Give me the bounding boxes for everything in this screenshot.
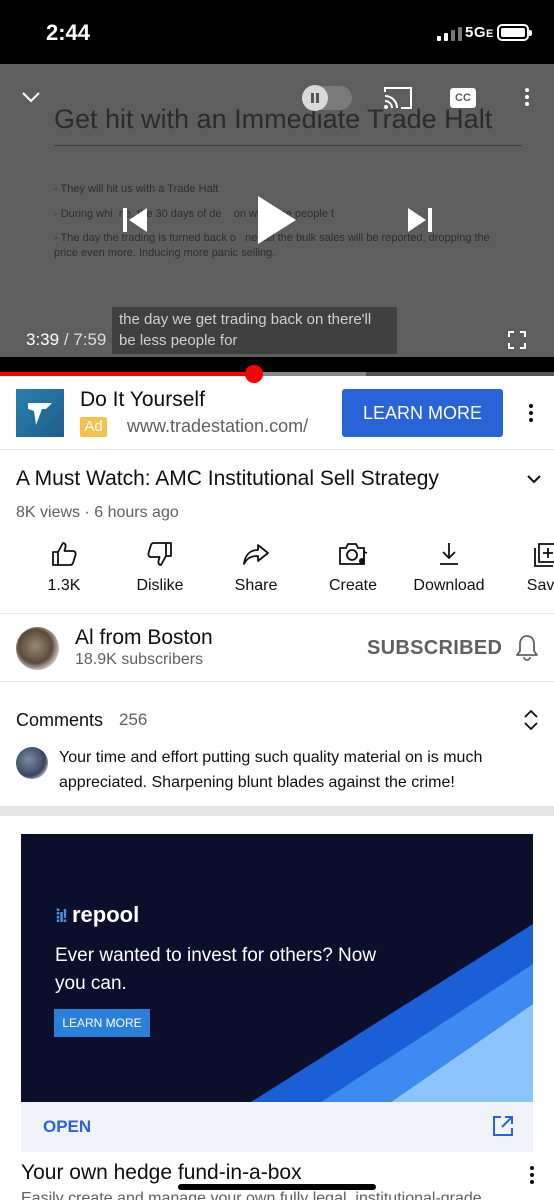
thumb-up-icon bbox=[52, 542, 77, 566]
previous-icon[interactable] bbox=[120, 205, 150, 235]
section-divider bbox=[0, 806, 554, 816]
fullscreen-icon[interactable] bbox=[508, 331, 526, 349]
comments-header: Comments bbox=[16, 710, 104, 730]
ad-more-icon[interactable] bbox=[522, 402, 540, 424]
like-count: 1.3K bbox=[47, 577, 81, 594]
dislike-button[interactable]: Dislike bbox=[112, 538, 208, 595]
channel-name[interactable]: Al from Boston bbox=[75, 626, 213, 650]
learn-more-button[interactable]: LEARN MORE bbox=[342, 389, 503, 437]
video-meta: 8K views · 6 hours ago bbox=[16, 504, 179, 521]
slide-divider bbox=[54, 145, 522, 146]
subscribed-button[interactable]: SUBSCRIBED bbox=[367, 637, 502, 660]
video-player[interactable]: Get hit with an Immediate Trade Halt - T… bbox=[0, 64, 554, 357]
thumb-down-icon bbox=[147, 542, 172, 566]
display-ad-more-icon[interactable] bbox=[526, 1164, 538, 1186]
save-button[interactable]: Save bbox=[497, 538, 554, 595]
ad-badge: Ad bbox=[80, 417, 107, 437]
ad-brand: ⁞ı! repool bbox=[55, 902, 139, 928]
subscriber-count: 18.9K subscribers bbox=[75, 651, 204, 668]
promoted-ad-row[interactable]: Do It Yourself Ad www.tradestation.com/ … bbox=[0, 376, 554, 450]
action-bar: 1.3K Dislike Share Create Download Save bbox=[0, 538, 554, 614]
create-button[interactable]: Create bbox=[305, 538, 401, 595]
open-button[interactable]: OPEN bbox=[43, 1117, 91, 1137]
download-button[interactable]: Download bbox=[401, 538, 497, 595]
ad-open-bar[interactable]: OPEN bbox=[21, 1102, 533, 1152]
create-icon bbox=[339, 543, 368, 565]
slide-title: Get hit with an Immediate Trade Halt bbox=[54, 104, 493, 134]
current-time: 3:39 bbox=[26, 330, 60, 349]
share-button[interactable]: Share bbox=[208, 538, 304, 595]
notification-bell-icon[interactable] bbox=[514, 633, 540, 661]
like-button[interactable]: 1.3K bbox=[16, 538, 112, 595]
top-comment-text: Your time and effort putting such qualit… bbox=[59, 749, 483, 791]
commenter-avatar bbox=[16, 747, 48, 779]
duration: 7:59 bbox=[73, 330, 107, 349]
ad-title: Do It Yourself bbox=[80, 388, 205, 411]
display-ad-title[interactable]: Your own hedge fund-in-a-box bbox=[21, 1161, 302, 1185]
save-label: Save bbox=[526, 577, 554, 594]
signal-icon bbox=[437, 25, 462, 41]
next-icon[interactable] bbox=[405, 205, 435, 235]
more-options-icon[interactable] bbox=[517, 86, 537, 108]
ad-learn-more-button[interactable]: LEARN MORE bbox=[54, 1009, 150, 1037]
captions-button[interactable]: CC bbox=[450, 88, 476, 108]
display-ad-banner[interactable]: ⁞ı! repool Ever wanted to invest for othe… bbox=[21, 834, 533, 1102]
channel-row[interactable]: Al from Boston 18.9K subscribers SUBSCRI… bbox=[0, 614, 554, 682]
comments-count: 256 bbox=[119, 710, 148, 729]
collapse-chevron-icon[interactable] bbox=[20, 86, 42, 108]
network-label: 5GE bbox=[465, 24, 494, 41]
status-time: 2:44 bbox=[46, 20, 91, 45]
pause-icon bbox=[302, 85, 328, 111]
video-timecode: 3:39 / 7:59 bbox=[26, 330, 106, 350]
progress-bar[interactable] bbox=[0, 357, 554, 383]
share-icon bbox=[243, 544, 269, 565]
download-icon bbox=[440, 543, 458, 565]
battery-icon bbox=[497, 24, 532, 41]
ad-brand-label: repool bbox=[72, 902, 140, 927]
share-label: Share bbox=[234, 577, 278, 594]
comments-section[interactable]: Comments 256 Your time and effort puttin… bbox=[0, 682, 554, 806]
ad-url: www.tradestation.com/ bbox=[127, 416, 309, 436]
status-bar: 2:44 5GE bbox=[0, 0, 554, 64]
video-title[interactable]: A Must Watch: AMC Institutional Sell Str… bbox=[16, 467, 496, 491]
repool-logo-icon: ⁞ı! bbox=[55, 906, 68, 926]
expand-collapse-icon[interactable] bbox=[521, 708, 541, 732]
create-label: Create bbox=[328, 577, 378, 594]
home-indicator[interactable] bbox=[178, 1184, 376, 1190]
autoplay-toggle[interactable] bbox=[302, 85, 352, 111]
video-caption: the day we get trading back on there'll … bbox=[112, 307, 397, 354]
play-icon[interactable] bbox=[256, 194, 298, 246]
channel-avatar[interactable] bbox=[16, 627, 59, 670]
time-separator: / bbox=[59, 330, 74, 349]
download-label: Download bbox=[413, 577, 485, 594]
ad-headline: Ever wanted to invest for others? Now yo… bbox=[55, 945, 377, 994]
display-ad-subtitle: Easily create and manage your own fully … bbox=[21, 1190, 482, 1200]
save-icon bbox=[534, 543, 554, 567]
expand-description-icon[interactable] bbox=[525, 470, 543, 488]
advertiser-logo bbox=[16, 389, 64, 437]
cast-icon[interactable] bbox=[383, 86, 413, 110]
dislike-label: Dislike bbox=[136, 577, 184, 594]
external-link-icon[interactable] bbox=[491, 1114, 515, 1138]
